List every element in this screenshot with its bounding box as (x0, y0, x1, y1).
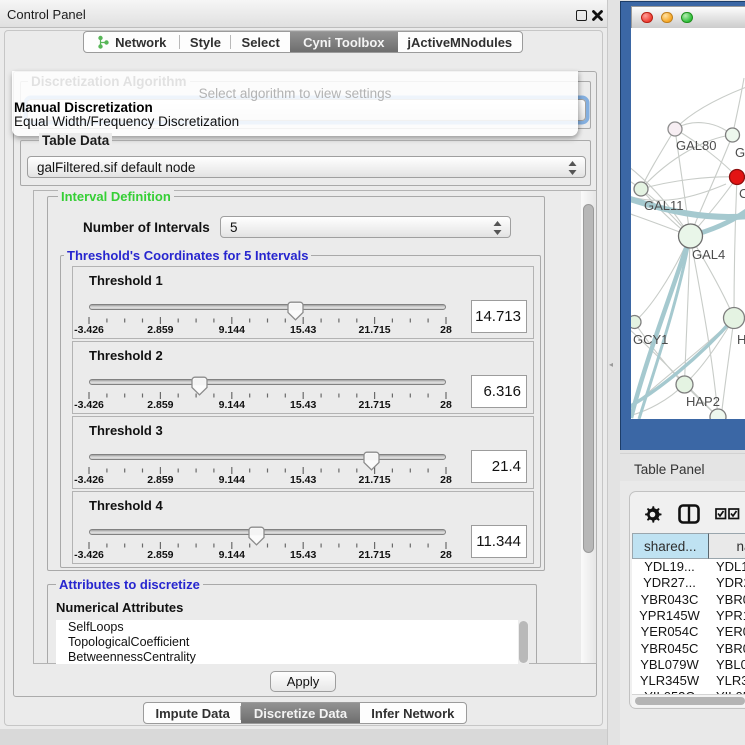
svg-text:GA: GA (735, 145, 745, 160)
svg-text:HAP2: HAP2 (686, 394, 720, 409)
svg-text:GCY1: GCY1 (633, 332, 668, 347)
svg-text:GAL4: GAL4 (692, 247, 725, 262)
svg-text:C: C (739, 186, 745, 201)
svg-text:GAL11: GAL11 (644, 198, 684, 213)
svg-text:H: H (737, 332, 745, 347)
svg-text:GAL80: GAL80 (676, 138, 716, 153)
